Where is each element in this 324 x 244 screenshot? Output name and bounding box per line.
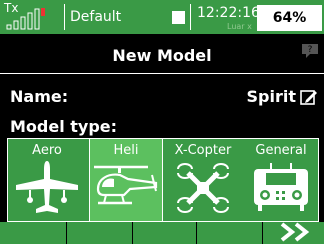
svg-text:?: ? — [308, 45, 313, 55]
clock: 12:22:16 — [197, 5, 260, 21]
divider — [262, 222, 263, 244]
quadcopter-icon — [177, 163, 229, 213]
signal-bars-icon — [6, 8, 45, 30]
controller-icon — [254, 163, 308, 211]
page-title: New Model — [112, 46, 212, 65]
tx-signal-indicator: Tx — [4, 2, 60, 31]
lua-label: Luar x — [227, 22, 252, 31]
status-square-icon — [172, 11, 185, 24]
model-type-general[interactable]: General — [244, 139, 318, 221]
profile-name[interactable]: Default — [70, 9, 121, 25]
model-type-heli[interactable]: Heli — [89, 138, 163, 222]
title-divider — [0, 73, 324, 74]
help-icon[interactable]: ? — [300, 42, 320, 60]
airplane-icon — [16, 161, 78, 213]
model-type-label: General — [255, 143, 307, 158]
name-label: Name: — [10, 87, 69, 106]
model-type-label: Model type: — [10, 117, 118, 136]
model-type-xcopter[interactable]: X-Copter — [166, 139, 240, 221]
next-chevron-icon[interactable] — [276, 220, 316, 244]
helicopter-icon — [94, 165, 158, 205]
model-type-label: Heli — [113, 143, 139, 158]
divider — [66, 222, 67, 244]
divider — [190, 4, 191, 30]
model-name-value[interactable]: Spirit — [247, 87, 296, 107]
status-bar: Tx Default 12:22:16 Luar x 64% — [0, 0, 324, 34]
divider — [64, 4, 65, 30]
model-type-selector: Aero Heli X-Copter General — [7, 138, 319, 222]
model-type-aero[interactable]: Aero — [8, 139, 86, 221]
edit-icon[interactable] — [300, 88, 318, 106]
model-type-label: X-Copter — [174, 143, 232, 158]
model-type-label: Aero — [32, 143, 62, 158]
divider — [196, 222, 197, 244]
battery-indicator: 64% — [257, 5, 322, 31]
divider — [132, 222, 133, 244]
